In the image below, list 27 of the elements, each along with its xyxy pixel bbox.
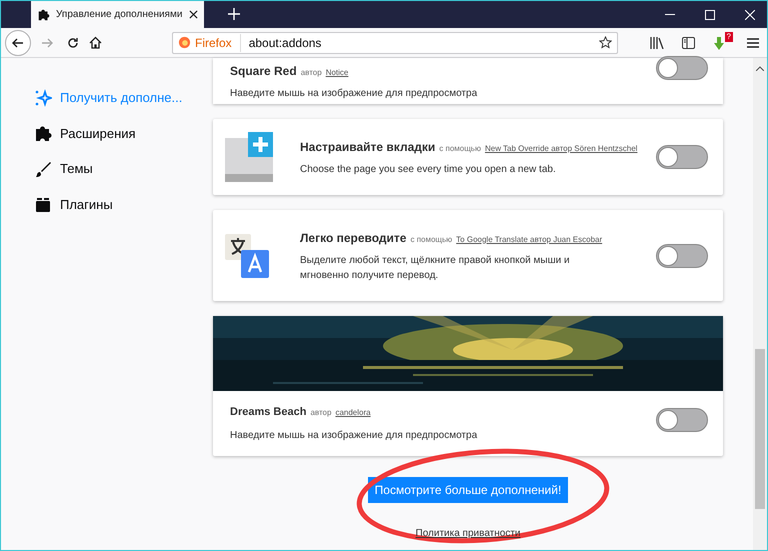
sidebar-item[interactable]: Расширения bbox=[34, 124, 213, 143]
tab-title: Управление дополнениями bbox=[56, 8, 184, 22]
byline-label: автор bbox=[310, 406, 332, 419]
identity-label: Firefox bbox=[195, 34, 241, 52]
byline-label: с помощью bbox=[410, 234, 452, 246]
addon-description: Choose the page you see every time you open a new tab. bbox=[300, 162, 557, 176]
sidebar-item[interactable]: Плагины bbox=[34, 194, 213, 214]
author-link[interactable]: Notice bbox=[326, 67, 348, 79]
privacy-link[interactable]: Политика приватности bbox=[416, 526, 520, 541]
byline-label: автор bbox=[300, 67, 322, 79]
addon-description: Наведите мышь на изображение для предпросмотра bbox=[230, 429, 478, 444]
author-link[interactable]: To Google Translate автор Juan Escobar bbox=[456, 234, 602, 246]
browser-tab[interactable]: Управление дополнениями bbox=[31, 1, 204, 28]
url-text: about:addons bbox=[248, 34, 322, 52]
addon-title: Dreams Beach bbox=[230, 404, 306, 420]
more-addons-button[interactable]: Посмотрите больше дополнений! bbox=[368, 477, 568, 503]
byline-label: с помощью bbox=[439, 142, 481, 154]
sidebar-item[interactable]: Темы bbox=[34, 159, 213, 178]
addon-title: Легко переводите bbox=[300, 230, 406, 246]
author-link[interactable]: New Tab Override автор Sören Hentzschel bbox=[484, 142, 638, 154]
author-link[interactable]: candelora bbox=[335, 406, 371, 419]
notification-badge: ? bbox=[724, 32, 733, 42]
addon-description: Наведите мышь на изображение для предпросмотра bbox=[230, 87, 478, 101]
addon-description: Выделите любой текст, щёлкните правой кнопкой мыши и мгновенно получите перевод. bbox=[300, 254, 571, 282]
address-bar[interactable]: Firefox about:addons bbox=[172, 32, 618, 54]
addon-title: Square Red bbox=[230, 63, 297, 80]
addon-title: Настраивайте вкладки bbox=[300, 138, 436, 156]
